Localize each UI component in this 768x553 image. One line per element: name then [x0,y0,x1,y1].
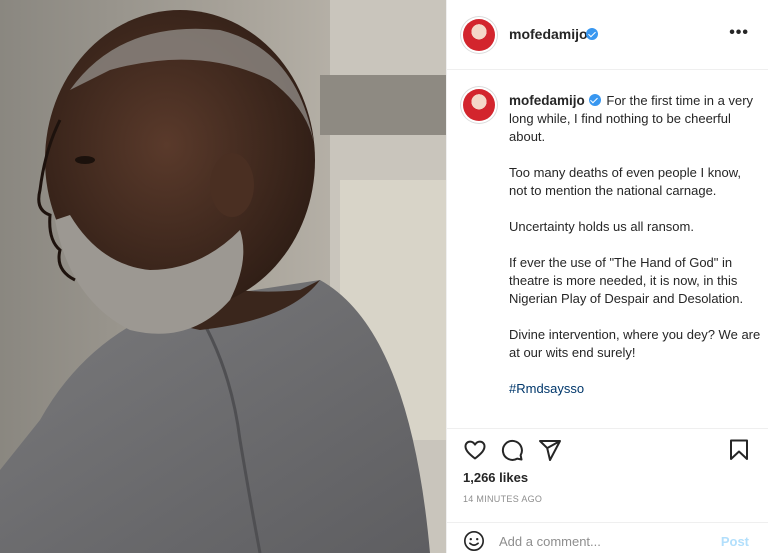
caption-username[interactable]: mofedamijo [509,93,585,108]
caption-line: If ever the use of "The Hand of God" in … [509,255,744,306]
likes-count[interactable]: 1,266 likes [463,470,528,485]
comment-icon[interactable] [500,438,524,462]
caption-paragraph: mofedamijo For the first time in a very … [509,92,761,146]
post-caption: mofedamijo For the first time in a very … [447,70,768,428]
caption-author-avatar[interactable] [463,89,495,121]
emoji-icon[interactable] [463,530,485,552]
caption-line: Uncertainty holds us all ransom. [509,219,694,234]
post-header: mofedamijo ••• [447,0,768,70]
post-comment-button[interactable]: Post [721,534,749,549]
post-photo[interactable] [0,0,446,553]
hashtag-link[interactable]: #Rmdsaysso [509,380,761,398]
post-details-panel: mofedamijo ••• mofedamijo For the first … [446,0,768,553]
caption-line: Divine intervention, where you dey? We a… [509,327,761,360]
caption-text: mofedamijo For the first time in a very … [509,92,761,416]
verified-badge-icon [586,28,598,40]
comment-bar: Post [447,522,768,553]
verified-badge-icon [588,94,601,106]
bookmark-icon[interactable] [727,438,751,462]
share-icon[interactable] [538,438,562,462]
author-avatar[interactable] [463,19,495,51]
author-username[interactable]: mofedamijo [509,26,588,42]
heart-icon[interactable] [463,438,487,462]
more-options-icon[interactable]: ••• [729,25,749,41]
comment-input[interactable] [499,531,709,551]
photo-illustration [0,0,446,553]
caption-line: Too many deaths of even people I know, n… [509,165,741,198]
post-actions [447,428,768,468]
post-timestamp[interactable]: 14 MINUTES AGO [463,494,542,504]
